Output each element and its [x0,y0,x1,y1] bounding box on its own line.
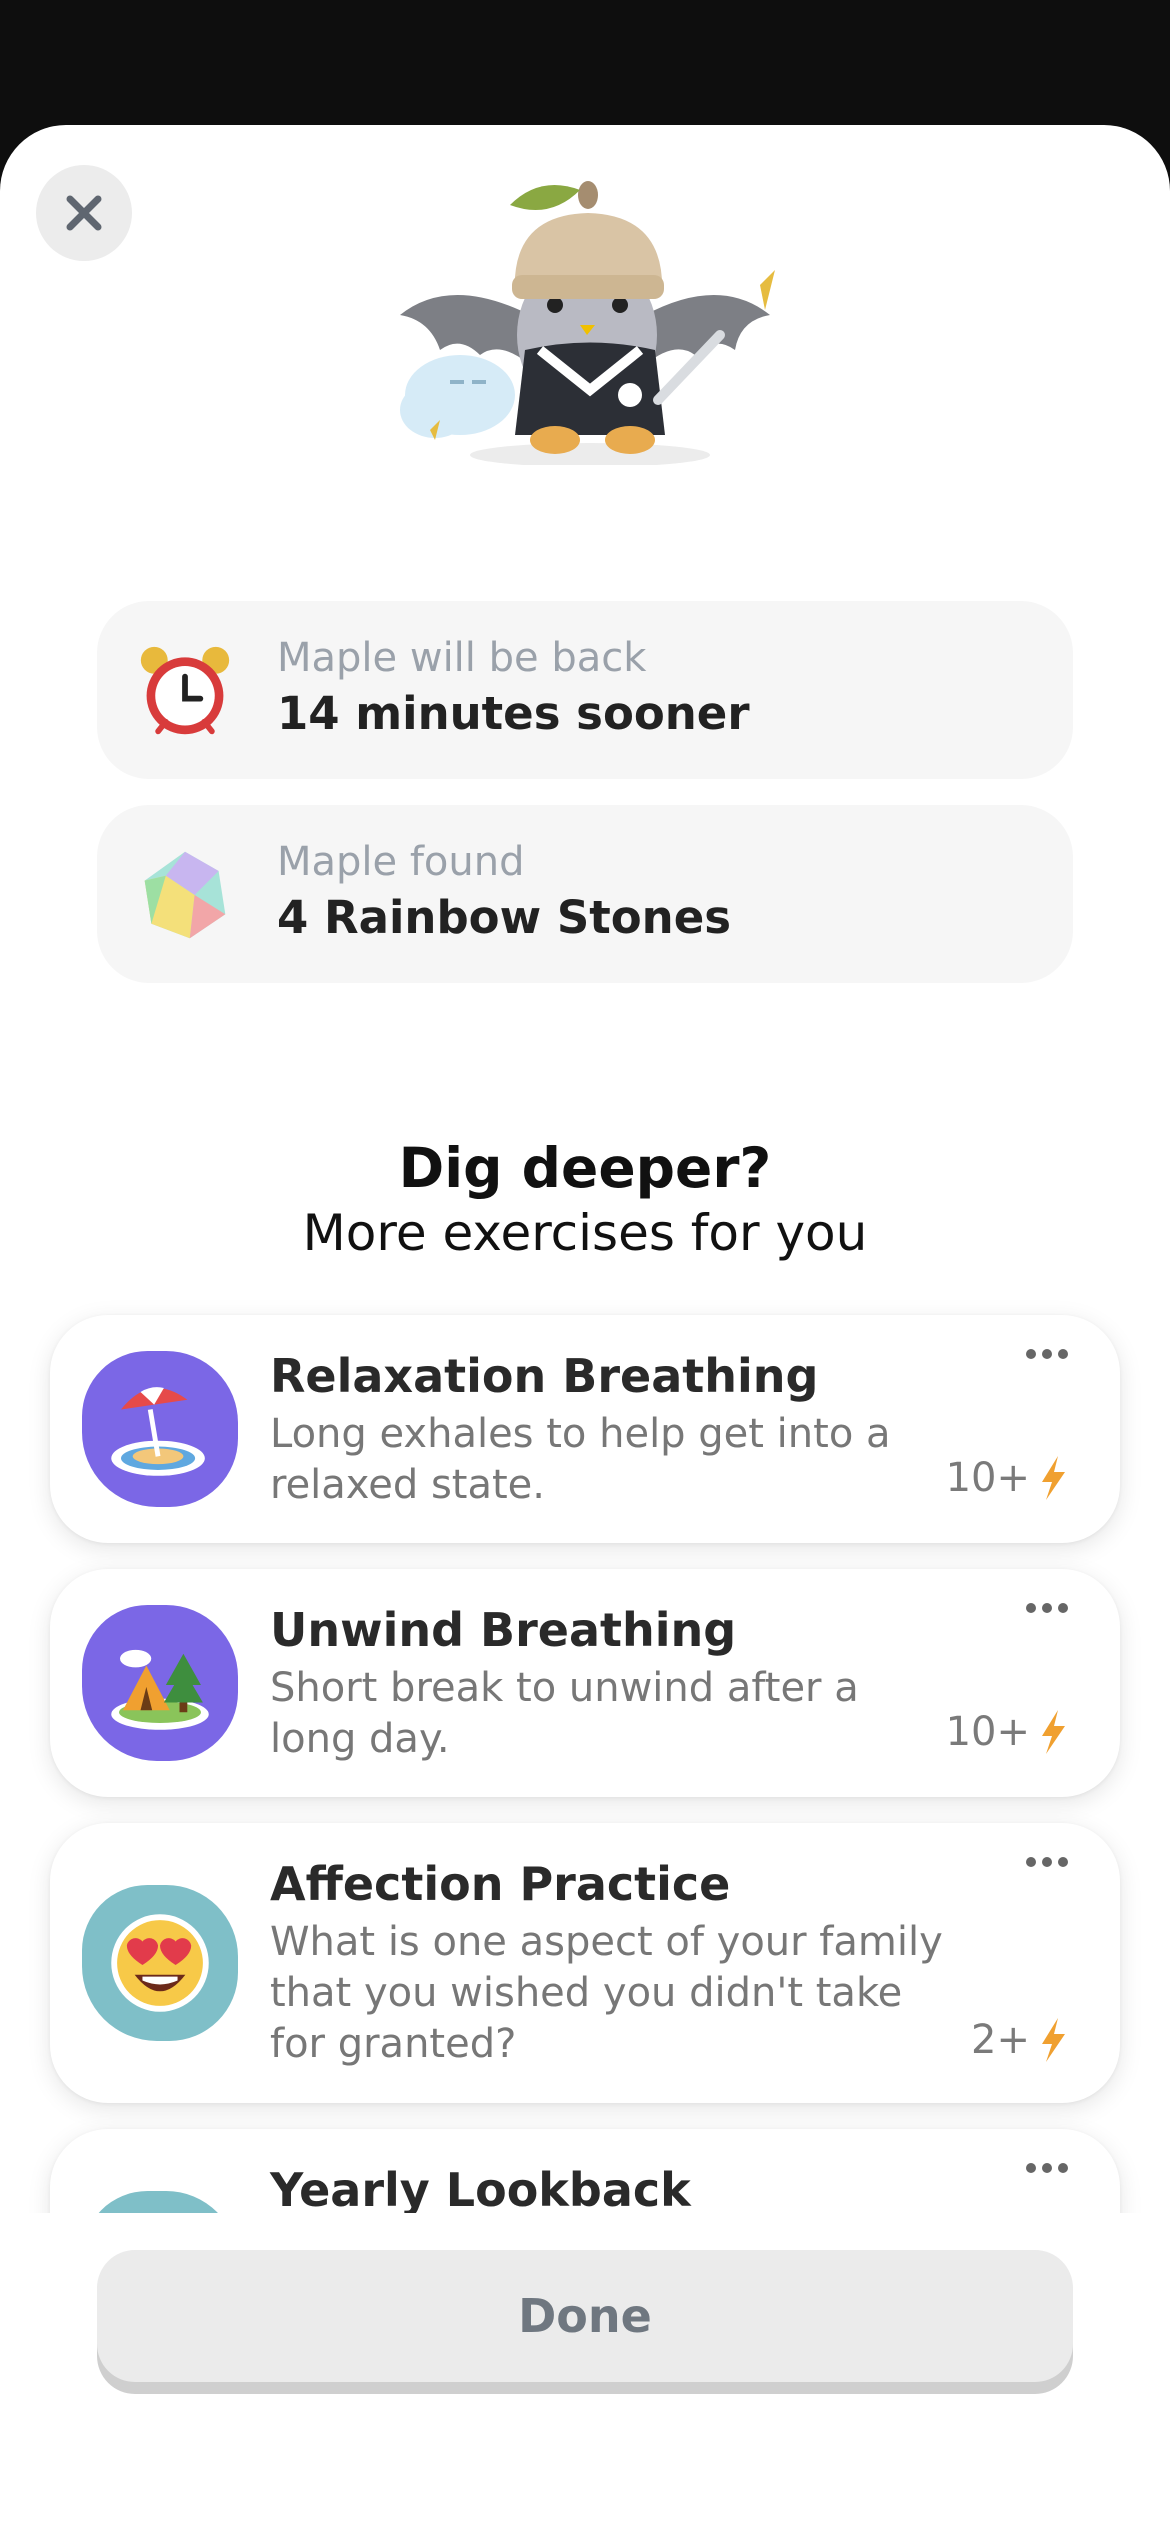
reward-amount: 10+ [945,1455,1030,1501]
bottom-sheet: Maple will be back 14 minutes sooner Map… [0,125,1170,2532]
exercise-title: Unwind Breathing [270,1603,737,1657]
reward-card-time: Maple will be back 14 minutes sooner [97,601,1073,779]
reward-main-label: 4 Rainbow Stones [277,891,731,944]
exercise-title: Affection Practice [270,1857,731,1911]
exercise-reward: 2+ [971,2017,1068,2063]
exercise-card[interactable]: Affection Practice What is one aspect of… [50,1823,1120,2103]
heart-eyes-icon [111,1914,209,2012]
exercise-card[interactable]: Unwind Breathing Short break to unwind a… [50,1569,1120,1797]
reward-amount: 10+ [945,1709,1030,1755]
reward-sub-label: Maple found [277,839,525,885]
reward-sub-label: Maple will be back [277,635,647,681]
exercise-card[interactable]: Relaxation Breathing Long exhales to hel… [50,1315,1120,1543]
rainbow-stone-icon [144,851,226,939]
lightning-bolt-icon [1042,1710,1065,1754]
mascot-bat-illustration [400,181,775,465]
exercise-reward: 10+ [946,1455,1068,1501]
lightning-bolt-icon [1042,2018,1065,2062]
done-button[interactable]: Done [97,2250,1073,2382]
more-options-icon[interactable] [1024,1347,1070,1361]
exercise-reward: 10+ [946,1709,1068,1755]
close-button[interactable] [36,165,132,261]
tent-icon [111,1649,209,1730]
section-title: Dig deeper? [398,1136,772,1200]
lightning-bolt-icon [1042,1456,1065,1500]
beach-umbrella-icon [111,1387,205,1476]
reward-amount: 2+ [971,2017,1030,2063]
exercise-description: Long exhales to help get into a relaxed … [270,1411,891,1508]
exercise-title: Relaxation Breathing [270,1349,819,1403]
more-options-icon[interactable] [1024,1855,1070,1869]
close-icon [66,195,102,231]
section-header: Dig deeper? More exercises for you [0,1135,1170,1265]
more-options-icon[interactable] [1024,1601,1070,1615]
alarm-clock-icon [140,646,230,735]
exercise-icon-badge [82,1351,238,1507]
reward-main-label: 14 minutes sooner [277,687,750,740]
exercise-icon-badge [82,1885,238,2041]
exercise-icon-badge [82,1605,238,1761]
exercise-description: Short break to unwind after a long day. [270,1665,859,1762]
reward-card-stones: Maple found 4 Rainbow Stones [97,805,1073,983]
exercise-title: Yearly Lookback [270,2163,691,2217]
more-options-icon[interactable] [1024,2161,1070,2175]
section-subtitle: More exercises for you [302,1204,868,1262]
exercise-description: What is one aspect of your family that y… [270,1919,943,2067]
